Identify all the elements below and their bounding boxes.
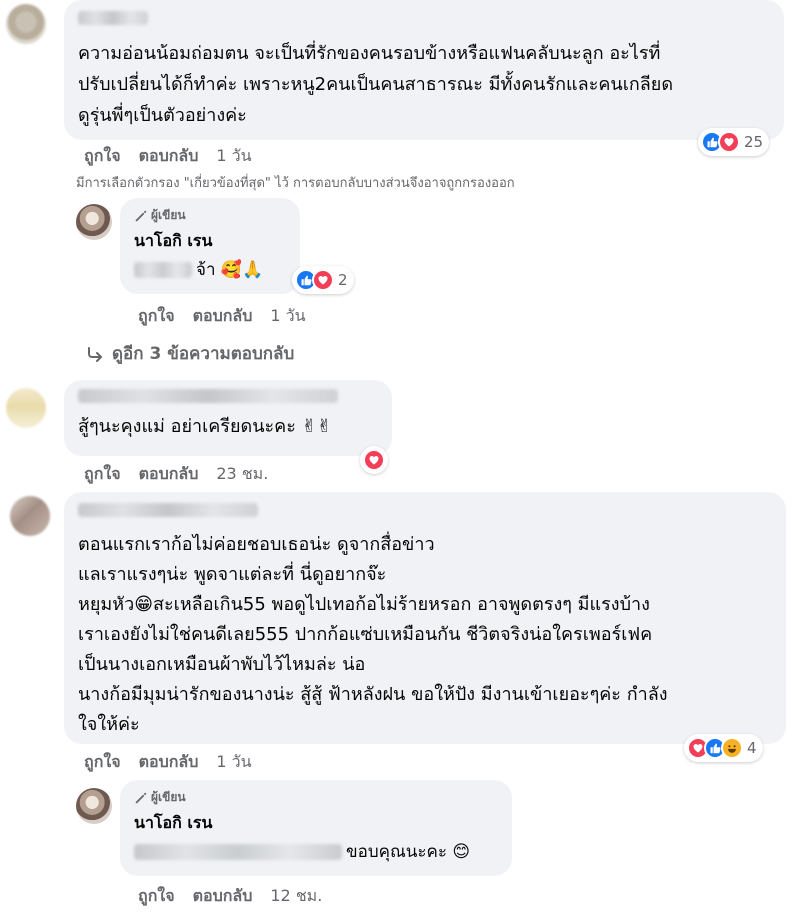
comment-line: แลเราแรงๆน่ะ พูดจาแต่ละที่ นี่ดูอยากจ๊ะ	[78, 564, 387, 585]
reply-text-row: ขอบคุณนะคะ 😊	[134, 839, 498, 865]
comment-line: ความอ่อนน้อมถ่อมตน จะเป็นที่รักของคนรอบข…	[78, 43, 661, 64]
commenter-name-blurred[interactable]	[78, 10, 770, 30]
comment-line: ใจให้ค่ะ	[78, 714, 140, 735]
pencil-icon	[135, 210, 147, 221]
haha-icon	[721, 737, 743, 759]
comment-line: ตอนแรกเราก้อไม่ค่อยชอบเธอน่ะ ดูจากสื่อข่…	[78, 534, 435, 555]
author-badge: ผู้เขียน	[134, 206, 286, 225]
author-name[interactable]: นาโอกิ เรน	[134, 229, 286, 253]
comment-bubble: ตอนแรกเราก้อไม่ค่อยชอบเธอน่ะ ดูจากสื่อข่…	[64, 492, 786, 744]
reaction-summary[interactable]: 2	[292, 266, 354, 294]
reply-button[interactable]: ตอบกลับ	[139, 144, 199, 169]
comment-line: ปรับเปลี่ยนได้ก็ทำค่ะ เพราะหนู2คนเป็นคนส…	[78, 74, 674, 95]
comment-text: ตอนแรกเราก้อไม่ค่อยชอบเธอน่ะ ดูจากสื่อข่…	[78, 530, 772, 740]
reply-bubble: ผู้เขียน นาโอกิ เรน ขอบคุณนะคะ 😊	[120, 780, 512, 876]
commenter-name-blurred[interactable]	[78, 388, 378, 408]
comment-line: ดูรุ่นพี่ๆเป็นตัวอย่างค่ะ	[78, 105, 247, 126]
comment-text: ความอ่อนน้อมถ่อมตน จะเป็นที่รักของคนรอบข…	[78, 38, 770, 131]
reaction-summary[interactable]	[360, 446, 388, 474]
reply-bubble: ผู้เขียน นาโอกิ เรน จ้า 🥰🙏	[120, 198, 300, 294]
comment-line: นางก้อมีมุมน่ารักของนางน่ะ สู้สู้ ฟ้าหลั…	[78, 684, 668, 705]
like-button[interactable]: ถูกใจ	[84, 462, 121, 487]
reply-button[interactable]: ตอบกลับ	[139, 750, 199, 775]
reaction-count: 4	[747, 739, 757, 757]
author-name[interactable]: นาโอกิ เรน	[134, 811, 498, 835]
timestamp[interactable]: 1 วัน	[216, 144, 251, 169]
comment-bubble: สู้ๆนะคุงแม่ อย่าเครียดนะคะ ✌✌	[64, 380, 392, 456]
like-button[interactable]: ถูกใจ	[138, 884, 175, 909]
reply-button[interactable]: ตอบกลับ	[139, 462, 199, 487]
reaction-count: 2	[338, 271, 348, 289]
author-badge-label: ผู้เขียน	[151, 208, 186, 222]
tagged-name-blurred[interactable]	[134, 844, 342, 860]
comment-line: เราเองยังไม่ใช่คนดีเลย555 ปากก้อแซ่บเหมื…	[78, 624, 653, 645]
author-badge: ผู้เขียน	[134, 788, 498, 807]
like-button[interactable]: ถูกใจ	[84, 750, 121, 775]
filter-note: มีการเลือกตัวกรอง "เกี่ยวข้องที่สุด" ไว้…	[76, 176, 515, 191]
reply-button[interactable]: ตอบกลับ	[193, 304, 253, 329]
comment-actions: ถูกใจ ตอบกลับ 1 วัน	[84, 750, 252, 775]
commenter-avatar[interactable]	[6, 388, 46, 428]
pencil-icon	[135, 792, 147, 803]
timestamp[interactable]: 12 ชม.	[270, 884, 322, 909]
reply-text: ขอบคุณนะคะ 😊	[346, 842, 471, 862]
commenter-avatar[interactable]	[10, 496, 50, 536]
love-icon	[363, 449, 385, 471]
comment-text: สู้ๆนะคุงแม่ อย่าเครียดนะคะ ✌✌	[78, 416, 332, 437]
reaction-summary[interactable]: 4	[684, 734, 763, 762]
view-more-replies-label: ดูอีก 3 ข้อความตอบกลับ	[112, 344, 295, 364]
timestamp[interactable]: 1 วัน	[216, 750, 251, 775]
tagged-name-blurred[interactable]	[134, 262, 192, 278]
commenter-avatar[interactable]	[6, 4, 46, 44]
reaction-count: 25	[744, 133, 764, 151]
love-icon	[718, 131, 740, 153]
timestamp[interactable]: 23 ชม.	[216, 462, 268, 487]
comment-line: หยุมหัว😁สะเหลือเกิน55 พอดูไปเทอก้อไม่ร้า…	[78, 594, 650, 615]
reply-actions: ถูกใจ ตอบกลับ 12 ชม.	[138, 884, 322, 909]
comment-actions: ถูกใจ ตอบกลับ 23 ชม.	[84, 462, 268, 487]
comment-bubble: ความอ่อนน้อมถ่อมตน จะเป็นที่รักของคนรอบข…	[64, 0, 784, 140]
commenter-name-blurred[interactable]	[78, 502, 772, 522]
comment-line: เป็นนางเอกเหมือนผ้าพับไว้ไหมล่ะ น่อ	[78, 654, 366, 675]
comment-actions: ถูกใจ ตอบกลับ 1 วัน	[84, 144, 252, 169]
author-avatar[interactable]	[76, 204, 112, 240]
reply-text-row: จ้า 🥰🙏	[134, 257, 286, 283]
reply-arrow-icon	[88, 346, 102, 362]
reaction-summary[interactable]: 25	[698, 128, 770, 156]
view-more-replies-link[interactable]: ดูอีก 3 ข้อความตอบกลับ	[86, 340, 294, 367]
reply-button[interactable]: ตอบกลับ	[193, 884, 253, 909]
author-badge-label: ผู้เขียน	[151, 790, 186, 804]
reply-actions: ถูกใจ ตอบกลับ 1 วัน	[138, 304, 306, 329]
like-button[interactable]: ถูกใจ	[84, 144, 121, 169]
author-avatar[interactable]	[76, 788, 112, 824]
reply-text: จ้า 🥰🙏	[196, 260, 264, 280]
timestamp[interactable]: 1 วัน	[270, 304, 305, 329]
love-icon	[312, 269, 334, 291]
like-button[interactable]: ถูกใจ	[138, 304, 175, 329]
